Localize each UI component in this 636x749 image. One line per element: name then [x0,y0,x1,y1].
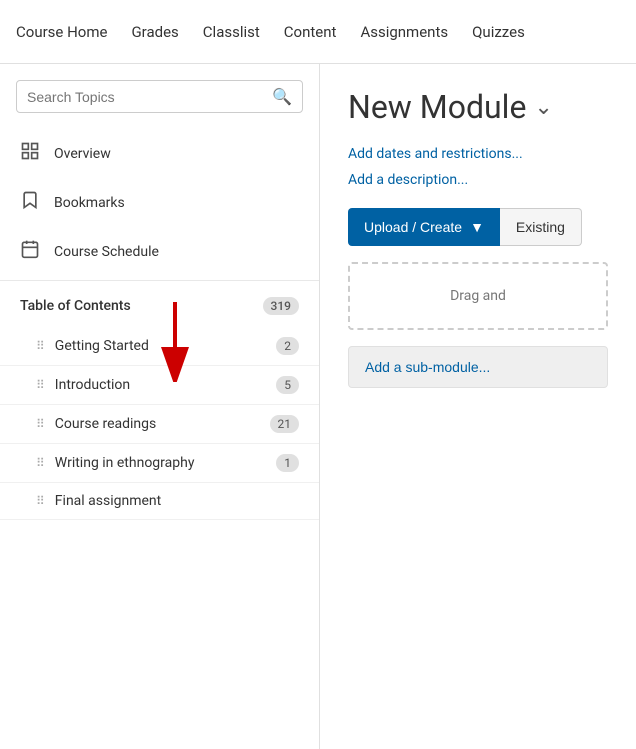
drag-drop-area: Drag and [348,262,608,330]
toc-item-course-readings[interactable]: ⠿ Course readings 21 [0,405,319,444]
divider [0,280,319,281]
button-row: Upload / Create ▼ Existing [348,208,608,246]
main-layout: 🔍 Overview Bookmarks [0,64,636,749]
nav-content[interactable]: Content [284,23,337,41]
item-badge: 1 [276,454,299,472]
sidebar-item-overview[interactable]: Overview [0,129,319,178]
nav-quizzes[interactable]: Quizzes [472,23,525,41]
drag-handle-icon: ⠿ [36,339,45,353]
search-container: 🔍 [0,80,319,129]
toc-item-writing-ethnography[interactable]: ⠿ Writing in ethnography 1 [0,444,319,483]
sidebar-item-schedule[interactable]: Course Schedule [0,227,319,276]
upload-chevron-icon: ▼ [470,219,484,235]
module-title: New Module [348,88,526,126]
upload-create-label: Upload / Create [364,219,462,235]
nav-classlist[interactable]: Classlist [203,23,260,41]
right-panel: New Module ⌄ Add dates and restrictions.… [320,64,636,749]
module-title-row: New Module ⌄ [348,88,608,126]
toc-item-final-assignment[interactable]: ⠿ Final assignment [0,483,319,520]
toc-item-label: Writing in ethnography [55,455,276,471]
item-badge: 21 [270,415,300,433]
drag-drop-label: Drag and [450,288,506,304]
existing-button[interactable]: Existing [500,208,582,246]
sidebar: 🔍 Overview Bookmarks [0,64,320,749]
bookmarks-icon [20,190,40,215]
add-submodule-button[interactable]: Add a sub-module... [348,346,608,388]
sidebar-item-bookmarks[interactable]: Bookmarks [0,178,319,227]
sidebar-item-overview-label: Overview [54,146,111,162]
toc-item-label: Final assignment [55,493,299,509]
module-chevron-icon[interactable]: ⌄ [534,95,552,120]
add-description-link[interactable]: Add a description... [348,172,608,188]
search-input[interactable] [27,89,272,105]
nav-assignments[interactable]: Assignments [360,23,448,41]
toc-item-label: Course readings [55,416,270,432]
search-icon: 🔍 [272,87,292,106]
schedule-icon [20,239,40,264]
toc-badge: 319 [263,297,299,315]
top-nav: Course Home Grades Classlist Content Ass… [0,0,636,64]
sidebar-item-schedule-label: Course Schedule [54,244,159,260]
sidebar-item-bookmarks-label: Bookmarks [54,195,125,211]
overview-icon [20,141,40,166]
drag-handle-icon: ⠿ [36,378,45,392]
nav-grades[interactable]: Grades [131,23,178,41]
upload-create-button[interactable]: Upload / Create ▼ [348,208,500,246]
add-dates-link[interactable]: Add dates and restrictions... [348,146,608,162]
nav-course-home[interactable]: Course Home [16,23,107,41]
item-badge: 2 [276,337,299,355]
item-badge: 5 [276,376,299,394]
drag-handle-icon: ⠿ [36,494,45,508]
toc-label: Table of Contents [20,298,131,314]
red-arrow-icon [155,302,195,382]
drag-handle-icon: ⠿ [36,456,45,470]
search-box: 🔍 [16,80,303,113]
drag-handle-icon: ⠿ [36,417,45,431]
